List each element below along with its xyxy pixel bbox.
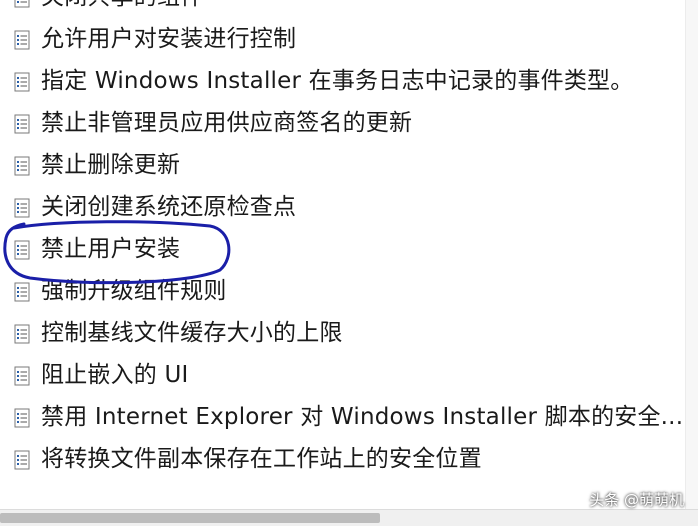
list-item[interactable]: 关闭共享的组件 [0,0,690,18]
horizontal-scroll-thumb[interactable] [0,513,380,523]
policy-setting-icon [14,30,30,50]
list-item[interactable]: 阻止嵌入的 UI [0,354,690,396]
list-item-label: 关闭共享的组件 [41,0,203,12]
watermark: 头条 @萌萌机 [589,491,684,509]
policy-setting-icon [14,324,30,344]
list-item-label: 禁止用户安装 [41,236,181,262]
policy-list: 关闭共享的组件 允许用户对安装进行控制 指定 Windows Installer… [0,0,690,480]
list-item-highlighted[interactable]: 禁止用户安装 [0,228,690,270]
policy-setting-icon [14,282,30,302]
policy-setting-icon [14,366,30,386]
policy-setting-icon [14,408,30,428]
list-item-label: 控制基线文件缓存大小的上限 [41,320,343,346]
list-item-label: 阻止嵌入的 UI [41,362,189,388]
list-item-label: 将转换文件副本保存在工作站上的安全位置 [41,446,482,472]
vertical-scrollbar[interactable] [685,0,698,512]
list-item-label: 允许用户对安装进行控制 [41,26,297,52]
policy-setting-icon [14,0,30,8]
list-item-label: 禁止删除更新 [41,152,181,178]
list-item[interactable]: 强制升级组件规则 [0,270,690,312]
list-item[interactable]: 将转换文件副本保存在工作站上的安全位置 [0,438,690,480]
list-item[interactable]: 允许用户对安装进行控制 [0,18,690,60]
policy-setting-icon [14,156,30,176]
list-item[interactable]: 关闭创建系统还原检查点 [0,186,690,228]
list-item[interactable]: 禁止删除更新 [0,144,690,186]
horizontal-scrollbar[interactable] [0,509,698,526]
policy-setting-icon [14,450,30,470]
list-item-label: 关闭创建系统还原检查点 [41,194,297,220]
policy-setting-icon [14,114,30,134]
list-item[interactable]: 禁止非管理员应用供应商签名的更新 [0,102,690,144]
list-item[interactable]: 指定 Windows Installer 在事务日志中记录的事件类型。 [0,60,690,102]
list-item-label: 强制升级组件规则 [41,278,227,304]
list-item[interactable]: 控制基线文件缓存大小的上限 [0,312,690,354]
list-item[interactable]: 禁用 Internet Explorer 对 Windows Installer… [0,396,690,438]
policy-setting-icon [14,72,30,92]
list-item-label: 指定 Windows Installer 在事务日志中记录的事件类型。 [41,68,634,94]
list-item-label: 禁用 Internet Explorer 对 Windows Installer… [41,404,684,430]
policy-setting-icon [14,198,30,218]
policy-setting-icon [14,240,30,260]
list-item-label: 禁止非管理员应用供应商签名的更新 [41,110,413,136]
